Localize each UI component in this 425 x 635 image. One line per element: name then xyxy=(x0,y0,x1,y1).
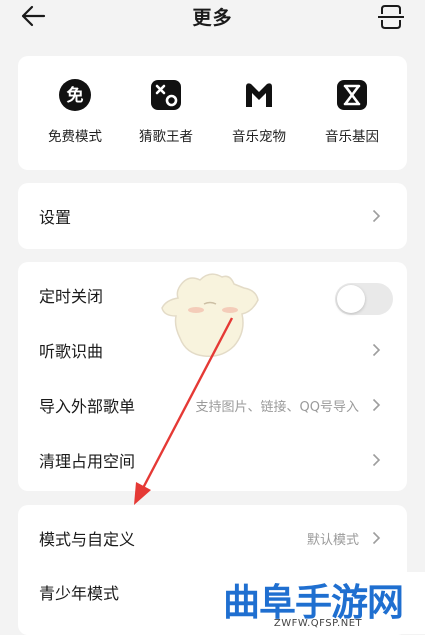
chevron-right-icon xyxy=(372,453,381,467)
feature-grid-card: 免 免费模式 猜歌王者 音乐宠物 音乐基因 xyxy=(18,56,407,170)
row-label: 定时关闭 xyxy=(39,287,104,306)
row-label: 设置 xyxy=(39,208,72,227)
import-hint: 支持图片、链接、QQ号导入 xyxy=(195,400,359,415)
feature-label: 猜歌王者 xyxy=(139,129,193,145)
feature-label: 免费模式 xyxy=(48,129,102,145)
settings-row[interactable]: 设置 xyxy=(18,190,407,242)
row-label: 模式与自定义 xyxy=(39,530,136,549)
music-gene-icon xyxy=(337,80,367,110)
feature-music-pet[interactable]: 音乐宠物 xyxy=(219,78,299,145)
mascot-illustration xyxy=(161,273,259,358)
music-pet-icon xyxy=(246,83,272,107)
import-playlist-row[interactable]: 导入外部歌单 支持图片、链接、QQ号导入 xyxy=(18,379,407,431)
feature-label: 音乐基因 xyxy=(325,129,379,145)
chevron-right-icon xyxy=(372,531,381,545)
settings-card: 设置 xyxy=(18,183,407,249)
watermark-logo: 曲阜手游网 ZWFW.QFSP.NET xyxy=(218,572,425,634)
feature-music-gene[interactable]: 音乐基因 xyxy=(312,78,392,145)
feature-guess-song[interactable]: 猜歌王者 xyxy=(126,78,206,145)
feature-free-mode[interactable]: 免 免费模式 xyxy=(35,78,115,145)
row-label: 导入外部歌单 xyxy=(39,397,136,416)
header-bar: 更多 xyxy=(0,0,425,34)
watermark-url: ZWFW.QFSP.NET xyxy=(273,618,363,629)
chevron-right-icon xyxy=(372,343,381,357)
row-label: 清理占用空间 xyxy=(39,452,136,471)
clean-storage-row[interactable]: 清理占用空间 xyxy=(18,434,407,486)
guess-song-icon xyxy=(151,80,181,110)
free-mode-glyph: 免 xyxy=(67,85,84,106)
sleep-timer-toggle[interactable] xyxy=(335,283,393,315)
row-label: 听歌识曲 xyxy=(39,342,104,361)
mode-hint: 默认模式 xyxy=(306,533,359,548)
free-mode-icon: 免 xyxy=(59,79,91,111)
chevron-right-icon xyxy=(372,209,381,223)
mode-custom-row[interactable]: 模式与自定义 默认模式 xyxy=(18,512,407,564)
feature-label: 音乐宠物 xyxy=(232,129,286,145)
toggle-knob xyxy=(337,285,365,313)
page-title: 更多 xyxy=(192,7,233,29)
scan-icon[interactable] xyxy=(377,4,405,30)
row-label: 青少年模式 xyxy=(39,584,120,603)
chevron-right-icon xyxy=(372,398,381,412)
